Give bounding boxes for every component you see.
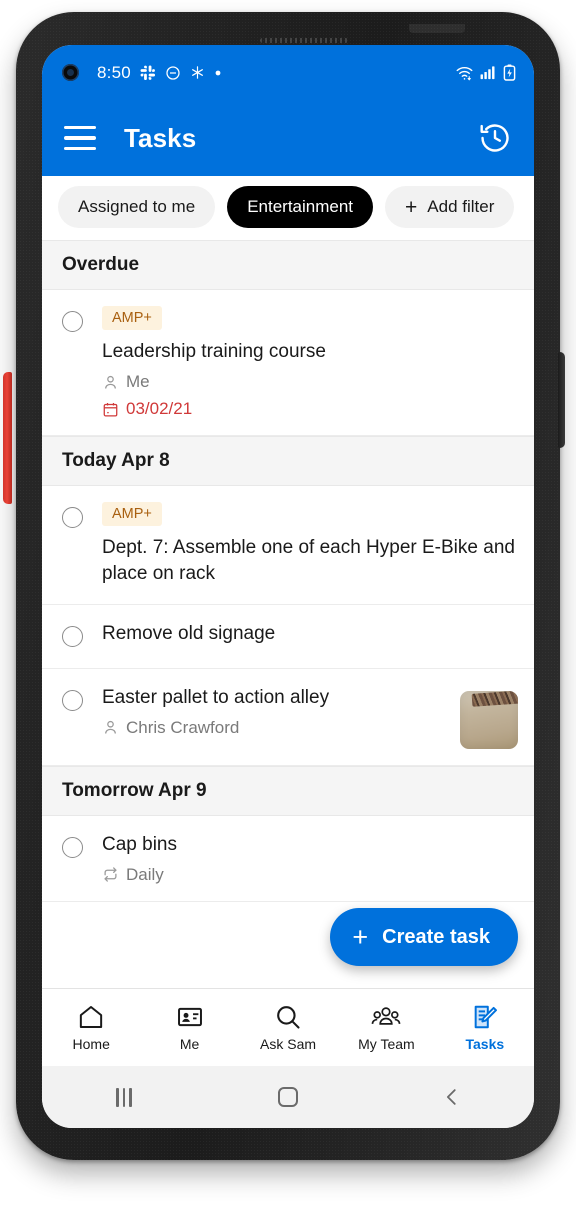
task-row[interactable]: AMP+ Leadership training course Me 03/02… (42, 290, 534, 437)
task-title: Leadership training course (102, 341, 326, 362)
assignee-name: Me (126, 372, 150, 392)
id-badge-icon (177, 1007, 202, 1027)
task-row[interactable]: Cap bins Daily (42, 815, 534, 902)
home-square-icon[interactable] (206, 1087, 370, 1107)
thumbnail-pallet (471, 690, 518, 707)
filter-chip-label: Entertainment (247, 197, 354, 216)
nav-item-ask-sam[interactable]: Ask Sam (239, 1003, 337, 1052)
filter-chip-assigned-to-me[interactable]: Assigned to me (58, 186, 216, 228)
android-system-nav (42, 1066, 534, 1128)
calendar-icon (103, 402, 118, 417)
bottom-navigation-bar: Home Me Ask Sam My Team Tasks (42, 988, 534, 1066)
task-thumbnail[interactable] (460, 690, 518, 749)
task-title: Remove old signage (102, 622, 276, 644)
frame-top-nub (409, 24, 465, 33)
task-title: Dept. 7: Assemble one of each Hyper E-Bi… (102, 537, 515, 585)
task-title: Easter pallet to action alley (102, 686, 330, 708)
nav-item-tasks[interactable]: Tasks (436, 1003, 534, 1052)
task-row[interactable]: AMP+ Dept. 7: Assemble one of each Hyper… (42, 486, 534, 605)
due-date-text: 03/02/21 (126, 399, 193, 419)
app-header: Tasks (42, 100, 534, 176)
section-header-overdue: Overdue (42, 240, 534, 290)
sparkle-icon (190, 65, 205, 80)
task-body: Cap bins Daily (102, 832, 520, 885)
task-checkbox[interactable] (62, 311, 83, 332)
status-bar: 8:50 (42, 45, 534, 100)
person-icon (105, 375, 116, 389)
search-icon (277, 1006, 300, 1029)
task-checkbox[interactable] (62, 625, 83, 647)
task-assignee: Me (102, 372, 520, 392)
task-body: Easter pallet to action alley Chris Craw… (102, 685, 450, 738)
status-time: 8:50 (97, 62, 131, 82)
create-task-label: Create task (382, 925, 490, 948)
person-icon (105, 721, 116, 734)
task-body: AMP+ Dept. 7: Assemble one of each Hyper… (102, 502, 520, 587)
recents-icon[interactable] (42, 1087, 206, 1107)
task-row[interactable]: Remove old signage (42, 604, 534, 669)
section-header-tomorrow: Tomorrow Apr 9 (42, 765, 534, 816)
filter-chip-label: Assigned to me (78, 197, 196, 216)
nav-item-me[interactable]: Me (140, 1003, 238, 1052)
people-icon (372, 1007, 401, 1025)
dot-icon (214, 69, 222, 77)
nav-label: Ask Sam (260, 1036, 317, 1052)
amp-badge: AMP+ (102, 306, 162, 330)
task-checkbox[interactable] (62, 689, 83, 711)
cellular-signal-icon (480, 65, 497, 80)
repeat-icon (104, 867, 117, 883)
section-header-today: Today Apr 8 (42, 436, 534, 487)
create-task-button[interactable]: + Create task (330, 908, 518, 966)
task-checkbox[interactable] (62, 836, 83, 858)
history-clock-icon[interactable] (478, 121, 512, 155)
wifi-icon (455, 65, 474, 81)
page-title: Tasks (124, 122, 197, 153)
plus-icon: + (405, 195, 418, 219)
add-filter-chip[interactable]: + Add filter (385, 186, 515, 228)
hamburger-menu-icon[interactable] (64, 126, 96, 150)
nav-item-home[interactable]: Home (42, 1003, 140, 1052)
notepad-pencil-icon (474, 1005, 497, 1029)
task-list[interactable]: Overdue AMP+ Leadership training course … (42, 240, 534, 988)
task-body: AMP+ Leadership training course Me 03/02… (102, 306, 520, 419)
task-assignee: Chris Crawford (102, 718, 450, 738)
nav-label: Tasks (465, 1036, 505, 1052)
recurrence-text: Daily (126, 864, 164, 884)
battery-charging-icon (503, 64, 516, 81)
task-recurrence: Daily (102, 865, 520, 885)
nav-label: My Team (358, 1036, 415, 1052)
task-title: Cap bins (102, 833, 177, 855)
amp-badge: AMP+ (102, 502, 162, 527)
phone-screen: 8:50 Tasks Assigned to me Entertainment … (42, 45, 534, 1128)
side-button-red[interactable] (3, 372, 12, 504)
slack-icon (140, 65, 156, 81)
earpiece-speaker (260, 38, 348, 43)
nav-label: Home (72, 1036, 110, 1052)
back-chevron-icon[interactable] (370, 1086, 534, 1108)
assignee-name: Chris Crawford (126, 717, 240, 737)
task-body: Remove old signage (102, 621, 520, 647)
camera-hole (62, 64, 79, 81)
home-icon (80, 1005, 103, 1029)
do-not-disturb-icon (165, 65, 181, 81)
side-button-power[interactable] (558, 352, 565, 448)
filter-chip-label: Add filter (427, 197, 495, 216)
task-row[interactable]: Easter pallet to action alley Chris Craw… (42, 668, 534, 766)
nav-label: Me (179, 1036, 200, 1052)
plus-icon: + (352, 921, 369, 952)
filter-chip-bar: Assigned to me Entertainment + Add filte… (42, 176, 534, 240)
filter-chip-entertainment[interactable]: Entertainment (227, 186, 374, 228)
task-checkbox[interactable] (62, 507, 83, 529)
task-due-date: 03/02/21 (102, 399, 520, 419)
nav-item-my-team[interactable]: My Team (337, 1003, 435, 1052)
